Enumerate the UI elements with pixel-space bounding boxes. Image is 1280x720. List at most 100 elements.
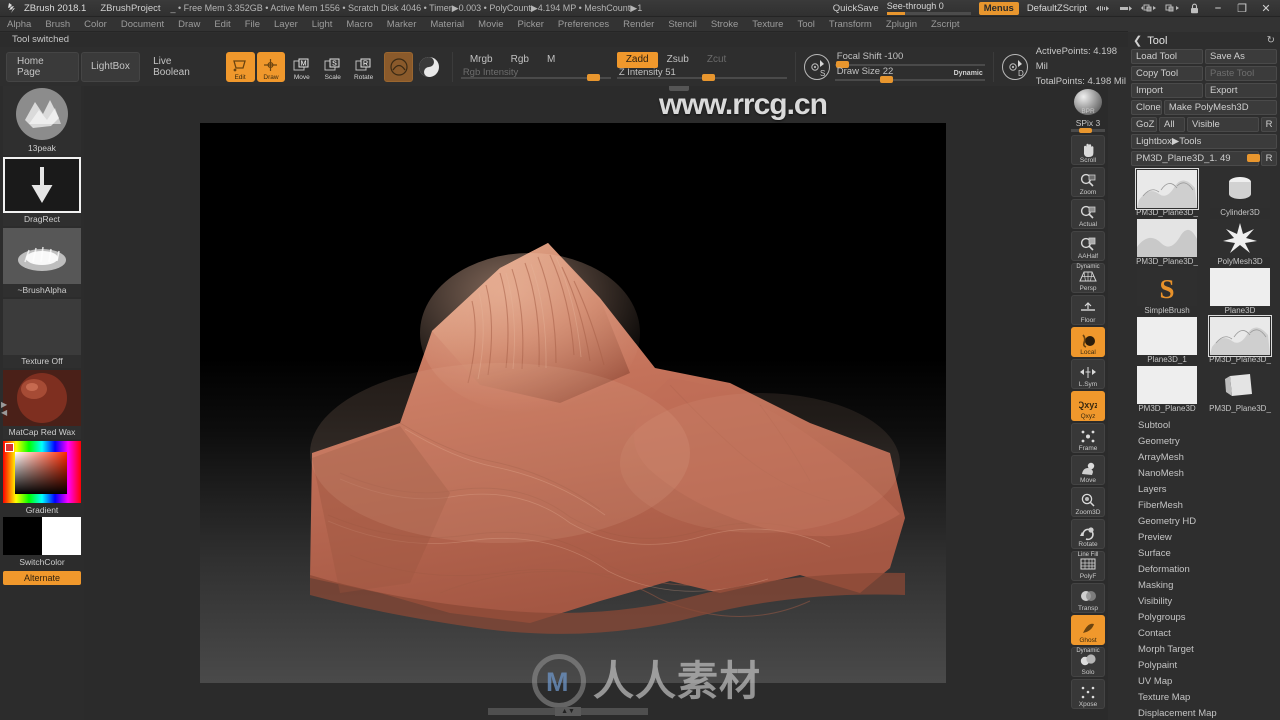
scale-mode-button[interactable]: S Scale bbox=[318, 52, 347, 82]
tool-thumbnail-item[interactable]: PolyMesh3D bbox=[1204, 219, 1276, 267]
subpalette-uv-map[interactable]: UV Map bbox=[1128, 674, 1280, 690]
gradient-label[interactable]: Gradient bbox=[0, 503, 84, 517]
zcut-button[interactable]: Zcut bbox=[698, 52, 735, 68]
see-through-slider[interactable]: See-through 0 bbox=[886, 1, 971, 15]
mrgb-button[interactable]: Mrgb bbox=[461, 52, 502, 68]
brush-alpha-selector[interactable]: ~BrushAlpha bbox=[3, 228, 81, 297]
lightbox-button[interactable]: LightBox bbox=[80, 51, 141, 82]
tool-thumbnail-item[interactable]: PM3D_Plane3D bbox=[1131, 366, 1203, 414]
canvas-bottom-scrollbar[interactable]: ▲▼ bbox=[488, 707, 648, 716]
menu-item-material[interactable]: Material bbox=[423, 17, 471, 32]
subpalette-fibermesh[interactable]: FiberMesh bbox=[1128, 498, 1280, 514]
vtool-rotate-button[interactable]: Rotate bbox=[1071, 519, 1105, 549]
move-mode-button[interactable]: M Move bbox=[287, 52, 316, 82]
lock-icon[interactable] bbox=[1187, 2, 1202, 15]
export-button[interactable]: Export bbox=[1205, 83, 1277, 98]
brush-flat-icon[interactable] bbox=[1118, 2, 1133, 15]
vtool-persp-button[interactable]: Dynamic Persp bbox=[1071, 263, 1105, 293]
tool-thumbnail-item[interactable]: PM3D_Plane3D_ bbox=[1204, 315, 1276, 365]
rotate-reset-icon[interactable]: ↻ bbox=[1267, 35, 1275, 46]
vtool-zoom-button[interactable]: Zoom bbox=[1071, 167, 1105, 197]
subpalette-polypaint[interactable]: Polypaint bbox=[1128, 658, 1280, 674]
vtool-floor-button[interactable]: Floor bbox=[1071, 295, 1105, 325]
menu-item-stroke[interactable]: Stroke bbox=[704, 17, 745, 32]
window-restore-button[interactable]: ❐ bbox=[1234, 2, 1250, 15]
menu-item-macro[interactable]: Macro bbox=[339, 17, 379, 32]
clone-button[interactable]: Clone bbox=[1131, 100, 1162, 115]
visible-r-button[interactable]: R bbox=[1261, 117, 1277, 132]
subpalette-texture-map[interactable]: Texture Map bbox=[1128, 690, 1280, 706]
tool-thumbnail-item[interactable]: PM3D_Plane3D_ bbox=[1131, 168, 1203, 218]
tool-thumbnail-item[interactable]: S SimpleBrush bbox=[1131, 268, 1203, 316]
edit-mode-button[interactable]: Edit bbox=[225, 51, 255, 82]
vtool-xpose-button[interactable]: Xpose bbox=[1071, 679, 1105, 709]
home-page-button[interactable]: Home Page bbox=[6, 51, 79, 82]
menu-item-draw[interactable]: Draw bbox=[171, 17, 207, 32]
color-picker[interactable] bbox=[3, 441, 81, 503]
tool-thumbnail-item[interactable]: Plane3D_1 bbox=[1131, 317, 1203, 365]
sidebar-scroll-arrows[interactable]: ▶ ◀ bbox=[1, 401, 9, 417]
stroke-settings-icon[interactable]: S bbox=[803, 53, 830, 80]
draw-mode-button[interactable]: Draw bbox=[256, 51, 286, 82]
vtool-qxyz-button[interactable]: Qxyz Qxyz bbox=[1071, 391, 1105, 421]
alpha-selector[interactable]: 13peak bbox=[3, 86, 81, 155]
m-button[interactable]: M bbox=[538, 52, 564, 68]
primary-color-swatch[interactable] bbox=[3, 517, 42, 555]
z-intensity-slider[interactable]: Z Intensity 51 bbox=[616, 67, 787, 81]
all-button[interactable]: All bbox=[1159, 117, 1185, 132]
stroke-selector[interactable]: DragRect bbox=[3, 157, 81, 226]
tool-thumbnail-item[interactable]: Cylinder3D bbox=[1204, 170, 1276, 218]
menus-toggle-button[interactable]: Menus bbox=[978, 1, 1019, 15]
visible-button[interactable]: Visible bbox=[1187, 117, 1259, 132]
subpalette-displacement-map[interactable]: Displacement Map bbox=[1128, 706, 1280, 720]
menu-item-zscript[interactable]: Zscript bbox=[924, 17, 967, 32]
transform-gizmo2-icon[interactable] bbox=[1164, 2, 1179, 15]
vtool-l-sym-button[interactable]: L.Sym bbox=[1071, 359, 1105, 389]
brush-size-icon[interactable] bbox=[1095, 2, 1110, 15]
menu-item-brush[interactable]: Brush bbox=[38, 17, 77, 32]
zsub-button[interactable]: Zsub bbox=[658, 52, 698, 68]
menu-item-edit[interactable]: Edit bbox=[207, 17, 237, 32]
subpalette-morph-target[interactable]: Morph Target bbox=[1128, 642, 1280, 658]
menu-item-layer[interactable]: Layer bbox=[267, 17, 305, 32]
material-preview-button[interactable] bbox=[415, 52, 444, 82]
menu-item-alpha[interactable]: Alpha bbox=[0, 17, 38, 32]
subpalette-preview[interactable]: Preview bbox=[1128, 530, 1280, 546]
back-chevron-icon[interactable]: ❮ bbox=[1133, 34, 1142, 47]
bpr-render-button[interactable]: BPR bbox=[1071, 88, 1105, 116]
save-as-button[interactable]: Save As bbox=[1205, 49, 1277, 64]
load-tool-button[interactable]: Load Tool bbox=[1131, 49, 1203, 64]
menu-item-picker[interactable]: Picker bbox=[511, 17, 551, 32]
vtool-zoom3d-button[interactable]: Zoom3D bbox=[1071, 487, 1105, 517]
vtool-ghost-button[interactable]: Ghost bbox=[1071, 615, 1105, 645]
menu-item-movie[interactable]: Movie bbox=[471, 17, 510, 32]
live-boolean-button[interactable]: Live Boolean bbox=[142, 52, 220, 82]
vtool-polyf-button[interactable]: Line Fill PolyF bbox=[1071, 551, 1105, 581]
quicksave-button[interactable]: QuickSave bbox=[833, 3, 879, 14]
copy-tool-button[interactable]: Copy Tool bbox=[1131, 66, 1203, 81]
tool-thumbnail-item[interactable]: PM3D_Plane3D_ bbox=[1131, 219, 1203, 267]
menu-item-color[interactable]: Color bbox=[77, 17, 114, 32]
subpalette-geometry[interactable]: Geometry bbox=[1128, 434, 1280, 450]
lightbox-tools-button[interactable]: Lightbox▶Tools bbox=[1131, 134, 1277, 149]
menu-item-document[interactable]: Document bbox=[114, 17, 171, 32]
subpalette-layers[interactable]: Layers bbox=[1128, 482, 1280, 498]
current-brush-button[interactable] bbox=[384, 51, 413, 82]
rotate-mode-button[interactable]: R Rotate bbox=[349, 52, 378, 82]
subpalette-polygroups[interactable]: Polygroups bbox=[1128, 610, 1280, 626]
spix-slider[interactable]: SPix 3 bbox=[1071, 118, 1105, 133]
menu-item-light[interactable]: Light bbox=[305, 17, 340, 32]
menu-item-texture[interactable]: Texture bbox=[745, 17, 790, 32]
material-selector[interactable]: MatCap Red Wax bbox=[3, 370, 81, 439]
vtool-aahalf-button[interactable]: AAHalf bbox=[1071, 231, 1105, 261]
color-swatches[interactable] bbox=[3, 517, 81, 555]
menu-item-marker[interactable]: Marker bbox=[380, 17, 424, 32]
rgb-intensity-slider[interactable]: Rgb Intensity bbox=[460, 67, 611, 81]
subpalette-arraymesh[interactable]: ArrayMesh bbox=[1128, 450, 1280, 466]
menu-item-stencil[interactable]: Stencil bbox=[661, 17, 704, 32]
goz-button[interactable]: GoZ bbox=[1131, 117, 1157, 132]
menu-item-tool[interactable]: Tool bbox=[790, 17, 821, 32]
subpalette-deformation[interactable]: Deformation bbox=[1128, 562, 1280, 578]
tool-thumbnail-item[interactable]: PM3D_Plane3D_ bbox=[1204, 366, 1276, 414]
vtool-actual-button[interactable]: Actual bbox=[1071, 199, 1105, 229]
